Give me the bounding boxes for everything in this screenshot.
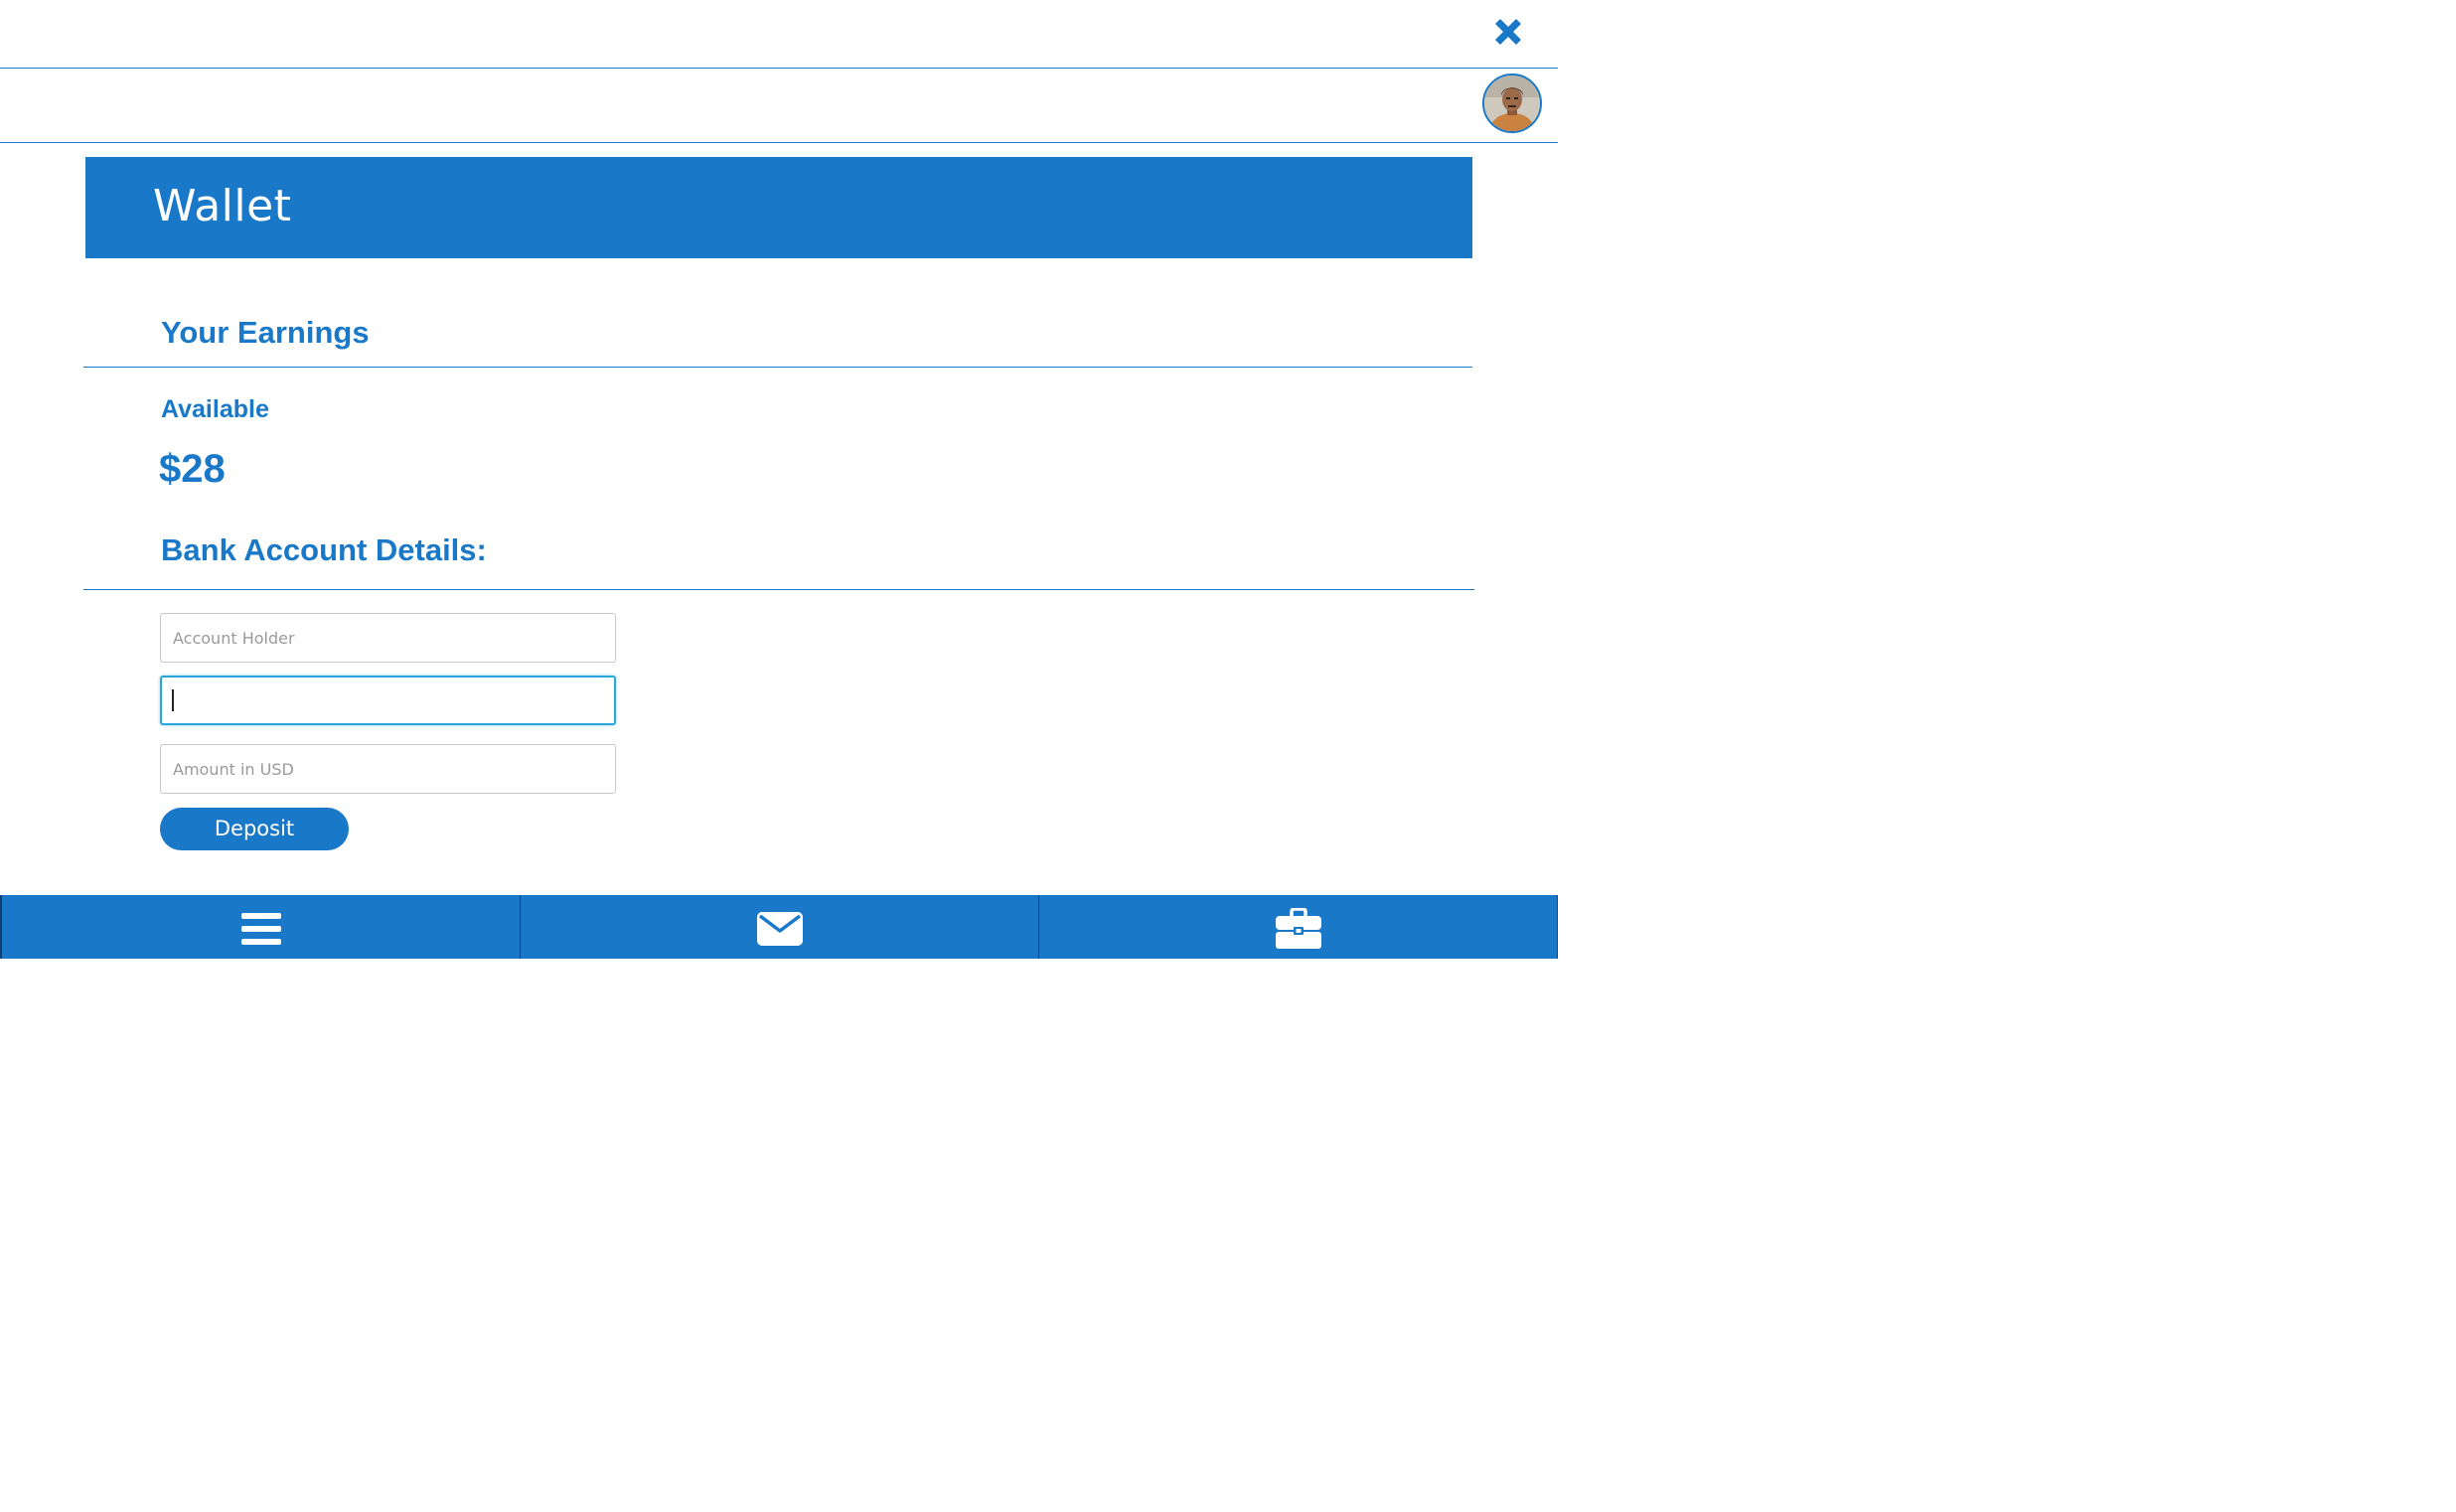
menu-icon <box>240 913 281 945</box>
deposit-button[interactable]: Deposit <box>160 808 349 850</box>
close-icon <box>1495 19 1521 45</box>
bank-divider <box>83 589 1474 590</box>
available-label: Available <box>161 395 269 423</box>
bank-details-heading: Bank Account Details: <box>161 532 487 567</box>
nav-menu[interactable] <box>0 895 520 959</box>
account-number-field[interactable] <box>160 676 616 725</box>
user-avatar-icon <box>1484 76 1540 131</box>
profile-bar <box>0 69 1558 143</box>
top-bar <box>0 0 1558 69</box>
nav-messages[interactable] <box>520 895 1038 959</box>
mail-icon <box>756 912 803 946</box>
account-holder-field[interactable] <box>160 613 616 663</box>
briefcase-icon <box>1275 908 1321 949</box>
bottom-nav <box>0 895 1558 959</box>
wallet-page: Wallet Your Earnings Available $28 Bank … <box>0 0 1558 959</box>
nav-jobs[interactable] <box>1038 895 1558 959</box>
close-button[interactable] <box>1490 14 1526 50</box>
earnings-divider <box>83 367 1472 368</box>
amount-field[interactable] <box>160 744 616 794</box>
text-caret <box>172 689 174 711</box>
page-title: Wallet <box>153 181 292 231</box>
avatar[interactable] <box>1482 74 1542 133</box>
wallet-banner: Wallet <box>85 157 1472 258</box>
earnings-heading: Your Earnings <box>161 315 370 350</box>
balance-amount: $28 <box>159 447 226 491</box>
